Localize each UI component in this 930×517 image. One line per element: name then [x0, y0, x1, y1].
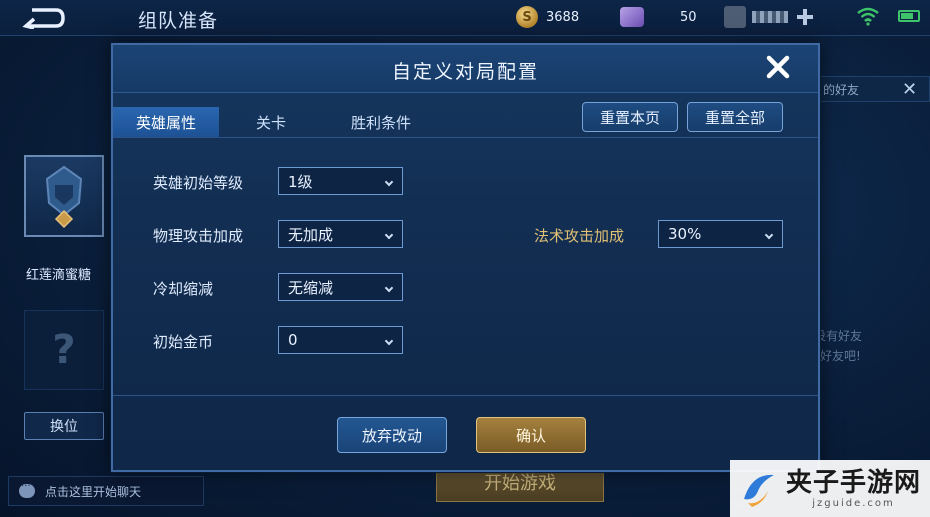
chevron-down-icon [764, 230, 774, 240]
site-watermark: 夹子手游网 jzguide.com [730, 460, 930, 517]
initial-gold-select[interactable]: 0 [278, 326, 403, 354]
gold-counter[interactable]: S 3688 [516, 4, 579, 30]
footer-divider [113, 395, 818, 396]
friend-panel-close-icon[interactable]: ✕ [902, 79, 917, 100]
tab-stage[interactable]: 关卡 [231, 107, 311, 137]
blurred-value [752, 11, 788, 23]
chat-bubble-icon [19, 481, 35, 498]
coin-icon: S [516, 6, 538, 28]
page-title: 组队准备 [138, 10, 219, 32]
unknown-player-mark: ? [52, 327, 76, 373]
initial-gold-value: 0 [288, 331, 298, 349]
voucher-icon [724, 6, 746, 28]
chevron-down-icon [384, 336, 394, 346]
top-bar: 组队准备 S 3688 50 [0, 0, 930, 36]
physical-bonus-label: 物理攻击加成 [153, 227, 244, 245]
hero-portrait[interactable] [24, 155, 104, 237]
close-icon [766, 55, 790, 79]
chat-placeholder: 点击这里开始聊天 [45, 484, 142, 499]
tab-hero-attributes[interactable]: 英雄属性 [113, 107, 219, 137]
tab-underline [113, 137, 818, 138]
gem-amount: 50 [680, 9, 697, 25]
reset-all-button[interactable]: 重置全部 [687, 102, 783, 132]
site-logo-icon [744, 474, 774, 507]
magic-bonus-select[interactable]: 30% [658, 220, 783, 248]
gold-amount: 3688 [546, 9, 580, 25]
friend-bar-text: 的好友 [823, 82, 860, 97]
player-name: 红莲滴蜜糖 [26, 268, 92, 283]
dialog-header: 自定义对局配置 [113, 45, 818, 93]
cooldown-select[interactable]: 无缩减 [278, 273, 403, 301]
discard-changes-button[interactable]: 放弃改动 [337, 417, 447, 453]
magic-bonus-value: 30% [668, 225, 702, 243]
tab-victory-conditions[interactable]: 胜利条件 [331, 107, 431, 137]
magic-bonus-label: 法术攻击加成 [534, 227, 625, 245]
hero-level-select[interactable]: 1级 [278, 167, 403, 195]
hero-level-value: 1级 [288, 172, 313, 191]
reset-page-button[interactable]: 重置本页 [582, 102, 678, 132]
custom-match-config-dialog: 自定义对局配置 英雄属性 关卡 胜利条件 重置本页 重置全部 英雄初始等级 1级… [111, 43, 820, 472]
back-icon [22, 8, 65, 29]
cooldown-value: 无缩减 [288, 278, 334, 297]
watermark-title: 夹子手游网 [786, 468, 922, 498]
dialog-title: 自定义对局配置 [391, 61, 539, 83]
chevron-down-icon [384, 177, 394, 187]
gem-counter[interactable]: 50 [620, 4, 697, 30]
cooldown-label: 冷却缩减 [153, 280, 214, 298]
hero-helmet-icon [45, 165, 83, 229]
close-button[interactable] [758, 47, 798, 87]
confirm-button[interactable]: 确认 [476, 417, 586, 453]
hero-level-label: 英雄初始等级 [153, 174, 244, 192]
gem-icon [620, 7, 644, 27]
empty-player-slot[interactable]: ? [24, 310, 104, 390]
currency-add[interactable] [724, 4, 814, 30]
chevron-down-icon [384, 230, 394, 240]
physical-bonus-value: 无加成 [288, 225, 334, 244]
back-button[interactable] [14, 4, 72, 32]
physical-bonus-select[interactable]: 无加成 [278, 220, 403, 248]
add-icon[interactable] [796, 8, 814, 26]
chevron-down-icon [384, 283, 394, 293]
wifi-icon [857, 7, 879, 26]
watermark-url: jzguide.com [812, 498, 895, 509]
battery-icon [898, 10, 920, 22]
chat-input-bar[interactable]: 点击这里开始聊天 [8, 476, 204, 506]
initial-gold-label: 初始金币 [153, 333, 214, 351]
swap-position-button[interactable]: 换位 [24, 412, 104, 440]
